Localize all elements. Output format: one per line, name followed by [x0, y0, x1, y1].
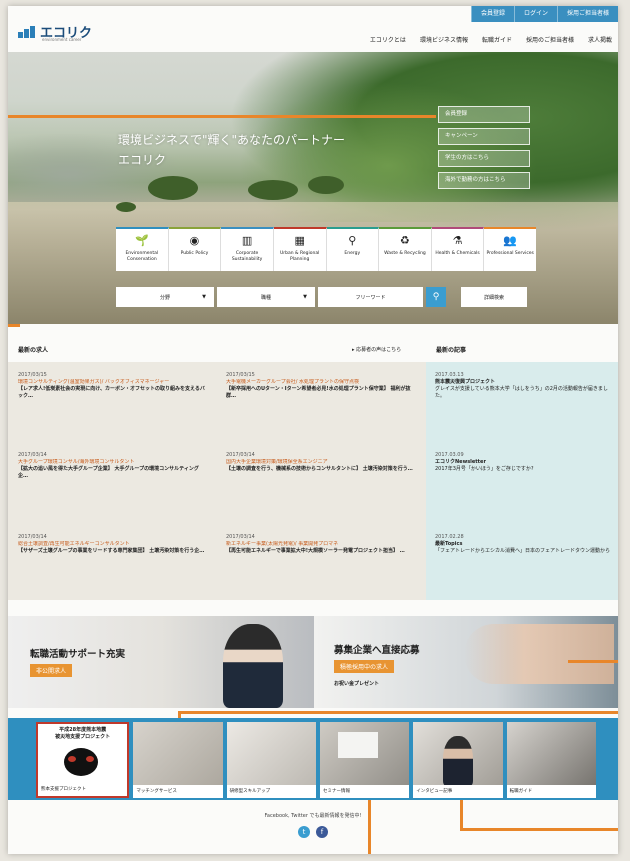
advanced-search-button[interactable]: 詳細検索	[461, 287, 527, 307]
category-professional-services[interactable]: 👥 Professional Services	[484, 227, 536, 271]
jobs-section-title: 最新の求人	[18, 347, 49, 354]
woman-photo	[223, 624, 283, 708]
gallery-item-guide[interactable]: 転職ガイド	[506, 722, 596, 798]
category-energy[interactable]: ⚲ Energy	[326, 227, 380, 271]
page: 会員登録 ログイン 採用ご担当者様 エコリク environment caree…	[8, 6, 618, 854]
direct-apply-banner-sub: お祝い金プレゼント	[334, 681, 380, 687]
promo-banners: 転職活動サポート充実 非公開求人 募集企業へ直接応募 積極採用中の求人 お祝い金…	[8, 616, 618, 708]
plant-icon: 🌱	[134, 234, 149, 247]
login-link[interactable]: ログイン	[513, 6, 557, 22]
list-item[interactable]: 2017/03/15 環境コンサルティング(温室効果ガス)/ バックオフィスマネ…	[18, 372, 208, 400]
hero-title: 環境ビジネスで"輝く"あなたのパートナー エコリク	[118, 130, 345, 170]
hero-title-line2: エコリク	[118, 153, 167, 167]
facebook-icon[interactable]: f	[316, 826, 328, 838]
quick-link-overseas[interactable]: 海外で勤務の方はこちら	[438, 172, 530, 189]
annotation-line	[178, 711, 618, 714]
hero-title-line1: 環境ビジネスで"輝く"あなたのパートナー	[118, 133, 346, 147]
list-item[interactable]: 2017.03.13 熊本震災復興プロジェクト グレイスが支援している熊本大学「…	[435, 372, 613, 400]
annotation-line	[568, 660, 618, 663]
applicant-voice-link[interactable]: ▸ 応募者の声はこちら	[352, 346, 401, 353]
occupation-select[interactable]: 職種 ▼	[217, 287, 315, 307]
nav-item-post-job[interactable]: 求人掲載	[588, 35, 612, 44]
category-waste-recycling[interactable]: ♻ Waste & Recycling	[379, 227, 432, 271]
direct-apply-banner-badge: 積極採用中の求人	[334, 660, 395, 673]
logo-mark-icon	[18, 25, 36, 38]
global-nav: エコリクとは 環境ビジネス情報 転職ガイド 採用のご担当者様 求人掲載	[370, 35, 612, 44]
list-item[interactable]: 2017/03/15 大手電機メーカーグループ会社/ 水処理プラントの保守点検 …	[226, 372, 416, 400]
site-logo[interactable]: エコリク environment career	[18, 22, 92, 42]
category-corporate-sustainability[interactable]: ▥ Corporate Sustainability	[221, 227, 274, 271]
category-urban-regional-planning[interactable]: ▦ Urban & Regional Planning	[273, 227, 327, 271]
category-public-policy[interactable]: ◉ Public Policy	[168, 227, 222, 271]
flask-icon: ⚗	[452, 234, 463, 247]
recycle-icon: ♻	[400, 234, 410, 247]
support-banner-badge: 非公開求人	[30, 664, 73, 677]
gallery-item-matching[interactable]: マッチングサービス	[133, 722, 223, 798]
nav-item-employers[interactable]: 採用のご担当者様	[526, 35, 574, 44]
keyword-input[interactable]: フリーワード	[318, 287, 423, 307]
annotation-line	[368, 800, 371, 854]
job-search-bar: 分野 ▼ 職種 ▼ フリーワード ⚲ 詳細検索	[116, 287, 536, 307]
chevron-down-icon: ▼	[303, 294, 307, 300]
nav-item-career-guide[interactable]: 転職ガイド	[482, 35, 512, 44]
search-button[interactable]: ⚲	[426, 287, 446, 307]
gallery-item-seminar[interactable]: セミナー情報	[319, 722, 410, 798]
support-banner-title: 転職活動サポート充実	[30, 649, 126, 660]
building-icon: ▦	[294, 234, 305, 247]
people-icon: 👥	[503, 234, 518, 247]
gallery-item-training[interactable]: 研修型スキルアップ	[226, 722, 316, 798]
factory-icon: ▥	[241, 234, 253, 247]
annotation-line	[8, 115, 436, 118]
quick-link-students[interactable]: 学生の方はこちら	[438, 150, 530, 167]
hero-quick-links: 会員登録 キャンペーン 学生の方はこちら 海外で勤務の方はこちら	[438, 106, 530, 194]
social-text: Facebook, Twitter でも最新情報を発信中!	[264, 813, 362, 819]
nav-item-business-info[interactable]: 環境ビジネス情報	[420, 35, 468, 44]
search-icon: ⚲	[432, 292, 440, 302]
hero-banner: 環境ビジネスで"輝く"あなたのパートナー エコリク 会員登録 キャンペーン 学生…	[8, 52, 618, 324]
articles-section-title: 最新の記事	[436, 347, 467, 354]
list-item[interactable]: 2017/03/14 大手グループ環境コンサル/海外環境コンサルタント 【拡大の…	[18, 452, 208, 480]
list-item[interactable]: 2017.03.09 エコリクNewsletter 2017年3月号「かいほう」…	[435, 452, 613, 473]
quick-link-campaign[interactable]: キャンペーン	[438, 128, 530, 145]
field-select[interactable]: 分野 ▼	[116, 287, 214, 307]
handshake-photo	[464, 624, 614, 684]
category-environmental-conservation[interactable]: 🌱 Environmental Conservation	[116, 227, 169, 271]
globe-icon: ◉	[189, 234, 200, 247]
nav-item-about[interactable]: エコリクとは	[370, 35, 406, 44]
category-health-chemicals[interactable]: ⚗ Health & Chemicals	[431, 227, 485, 271]
support-banner[interactable]: 転職活動サポート充実 非公開求人	[8, 616, 314, 708]
category-selector: 🌱 Environmental Conservation ◉ Public Po…	[116, 227, 536, 271]
chevron-down-icon: ▼	[202, 294, 206, 300]
screen-image	[337, 732, 378, 758]
feature-gallery: 平成28年度熊本地震 被災地支援プロジェクト 熊本支援プロジェクト マッチングサ…	[8, 718, 618, 800]
employer-link[interactable]: 採用ご担当者様	[556, 6, 618, 22]
list-item[interactable]: 2017/03/14 新エネルギー事業(太陽光発電)/ 事業開発プロマネ 【再生…	[226, 534, 416, 555]
gallery-thumbs: 平成28年度熊本地震 被災地支援プロジェクト 熊本支援プロジェクト マッチングサ…	[36, 722, 596, 798]
quick-link-register[interactable]: 会員登録	[438, 106, 530, 123]
twitter-icon[interactable]: t	[298, 826, 310, 838]
list-item[interactable]: 2017/03/14 国内大手企業環境対策/環境保全系エンジニア 【土壌の調査を…	[226, 452, 416, 473]
top-utility-bar: 会員登録 ログイン 採用ご担当者様	[470, 6, 618, 22]
annotation-line	[8, 324, 20, 327]
articles-list: 2017.03.13 熊本震災復興プロジェクト グレイスが支援している熊本大学「…	[426, 362, 618, 600]
mascot-icon	[64, 748, 98, 776]
direct-apply-banner-title: 募集企業へ直接応募	[334, 645, 420, 656]
gallery-item-interview[interactable]: インタビュー記事	[413, 722, 503, 798]
jobs-list: 2017/03/15 環境コンサルティング(温室効果ガス)/ バックオフィスマネ…	[8, 362, 426, 600]
register-link[interactable]: 会員登録	[470, 6, 514, 22]
logo-subtext: environment career	[42, 37, 82, 42]
wind-turbine-icon: ⚲	[348, 234, 357, 247]
list-item[interactable]: 2017.02.28 最新Topics 「フェアトレードからエシカル消費へ」日本…	[435, 534, 613, 555]
gallery-item-kumamoto[interactable]: 平成28年度熊本地震 被災地支援プロジェクト 熊本支援プロジェクト	[36, 722, 130, 798]
annotation-line	[460, 828, 618, 831]
list-item[interactable]: 2017/03/14 総合土壌調査/再生可能エネルギーコンサルタント 【サザーズ…	[18, 534, 208, 555]
